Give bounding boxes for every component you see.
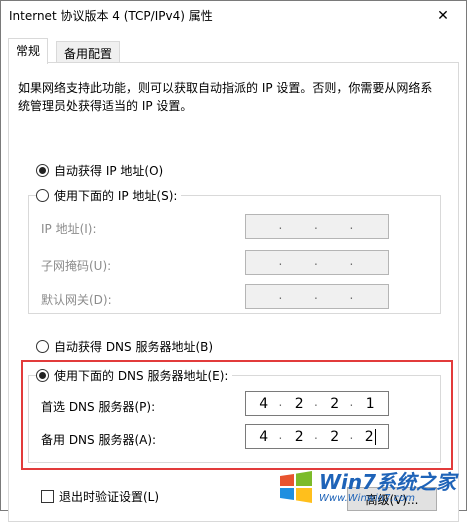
subnet-mask-input: . . .: [245, 250, 389, 275]
auto-dns-label: 自动获得 DNS 服务器地址(B): [54, 340, 214, 354]
highlight-box: [21, 360, 453, 470]
radio-auto-dns[interactable]: [36, 340, 49, 353]
subnet-mask-label: 子网掩码(U):: [41, 259, 112, 273]
watermark: Win7系统之家 Www.Winwin7.com: [277, 462, 467, 512]
tab-general-label: 常规: [16, 44, 41, 58]
checkbox-validate[interactable]: [41, 490, 54, 503]
close-icon: ✕: [437, 8, 449, 24]
auto-ip-radio[interactable]: 自动获得 IP 地址(O): [36, 162, 163, 179]
watermark-brand: Win7系统之家: [319, 469, 457, 494]
validate-on-exit-label: 退出时验证设置(L): [59, 490, 160, 504]
manual-ip-radio[interactable]: 使用下面的 IP 地址(S):: [36, 187, 182, 204]
windows-logo-icon: [277, 468, 315, 506]
radio-manual-ip[interactable]: [36, 189, 49, 202]
auto-dns-radio[interactable]: 自动获得 DNS 服务器地址(B): [36, 338, 213, 355]
default-gateway-input: . . .: [245, 284, 389, 309]
title-bar: Internet 协议版本 4 (TCP/IPv4) 属性 ✕: [1, 1, 466, 31]
window-title: Internet 协议版本 4 (TCP/IPv4) 属性: [9, 9, 213, 23]
manual-ip-label: 使用下面的 IP 地址(S):: [54, 189, 178, 203]
description-text: 如果网络支持此功能，则可以获取自动指派的 IP 设置。否则，你需要从网络系统管理…: [18, 81, 433, 113]
tab-alternate-configuration[interactable]: 备用配置: [56, 41, 121, 63]
tab-alternate-configuration-label: 备用配置: [64, 47, 113, 61]
validate-on-exit-checkbox[interactable]: 退出时验证设置(L): [41, 488, 159, 505]
tab-general[interactable]: 常规: [8, 38, 49, 64]
auto-ip-label: 自动获得 IP 地址(O): [54, 164, 164, 178]
ip-address-label: IP 地址(I):: [41, 222, 97, 236]
default-gateway-label: 默认网关(D):: [41, 293, 112, 307]
dialog-window: Internet 协议版本 4 (TCP/IPv4) 属性 ✕ 常规 备用配置 …: [0, 0, 467, 522]
radio-auto-ip[interactable]: [36, 164, 49, 177]
watermark-url: Www.Winwin7.com: [319, 492, 415, 504]
ip-address-input: . . .: [245, 214, 389, 239]
close-button[interactable]: ✕: [420, 1, 466, 31]
